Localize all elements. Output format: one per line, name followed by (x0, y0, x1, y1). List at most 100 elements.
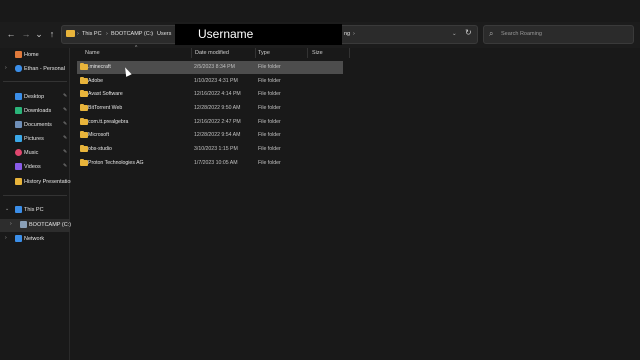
file-type: File folder (258, 160, 281, 166)
folder-icon (80, 144, 88, 152)
network-icon (15, 235, 22, 242)
chevron-right-icon: › (353, 31, 355, 37)
redacted-username-label: Username (198, 27, 254, 41)
file-type: File folder (258, 91, 281, 97)
chevron-right-icon: › (106, 31, 108, 37)
forward-button[interactable]: → (19, 27, 33, 41)
sidebar-item-label: Home (24, 52, 39, 58)
file-name: Adobe (88, 78, 104, 84)
column-separator[interactable] (307, 48, 308, 58)
chevron-right-icon: › (77, 31, 79, 37)
up-button[interactable]: ↑ (45, 27, 59, 41)
column-header-type[interactable]: Type (258, 49, 270, 57)
file-date: 12/28/2022 9:54 AM (194, 132, 241, 138)
file-type: File folder (258, 64, 281, 70)
desktop-icon (15, 93, 22, 100)
file-name: com.tt.prealgebra (88, 119, 129, 125)
navigation-toolbar: ← → ⌄ ↑ › This PC › BOOTCAMP (C:) › User… (0, 22, 640, 48)
sidebar-item-label: This PC (24, 207, 44, 213)
file-name: Microsoft (88, 132, 110, 138)
folder-icon (80, 103, 88, 111)
sidebar-item-videos[interactable]: Videos ✎ (0, 161, 70, 174)
file-row[interactable]: Avast Software 12/16/2022 4:14 PM File f… (77, 88, 343, 101)
pin-icon: ✎ (63, 93, 68, 99)
breadcrumb-drive[interactable]: BOOTCAMP (C:) (111, 30, 153, 38)
sidebar-item-downloads[interactable]: Downloads ✎ (0, 105, 70, 118)
address-bar[interactable]: › This PC › BOOTCAMP (C:) › Users Userna… (61, 24, 478, 45)
navigation-pane: Home › Ethan - Personal Desktop ✎ Downlo… (0, 48, 74, 360)
file-type: File folder (258, 105, 281, 111)
column-header-date-modified[interactable]: Date modified (195, 49, 229, 57)
file-row[interactable]: Microsoft 12/28/2022 9:54 AM File folder (77, 129, 343, 142)
file-type: File folder (258, 132, 281, 138)
column-separator[interactable] (255, 48, 256, 58)
column-separator[interactable] (349, 48, 350, 58)
sidebar-divider (3, 81, 67, 82)
sidebar-item-label: Videos (24, 164, 41, 170)
breadcrumb-users[interactable]: Users (157, 30, 171, 38)
file-name: Proton Technologies AG (88, 160, 144, 166)
sidebar-item-this-pc[interactable]: ⌄ This PC (0, 204, 70, 217)
sidebar-item-label: Desktop (24, 94, 45, 100)
file-name: BitTorrent Web (88, 105, 123, 111)
download-icon (15, 107, 22, 114)
folder-icon (15, 178, 22, 185)
chevron-right-icon[interactable]: › (5, 65, 7, 71)
chevron-down-icon[interactable]: ⌄ (5, 206, 9, 212)
sort-ascending-icon: ^ (135, 45, 138, 51)
sidebar-item-label: Documents (24, 122, 52, 128)
music-icon (15, 149, 22, 156)
folder-icon (80, 117, 88, 125)
file-row[interactable]: BitTorrent Web 12/28/2022 9:50 AM File f… (77, 102, 343, 115)
file-name: Avast Software (88, 91, 123, 97)
sidebar-item-label: BOOTCAMP (C:) (29, 222, 72, 228)
sidebar-item-network[interactable]: › Network (0, 233, 70, 246)
file-row[interactable]: Adobe 1/10/2023 4:31 PM File folder (77, 75, 343, 88)
back-button[interactable]: ← (4, 27, 18, 41)
breadcrumb-this-pc[interactable]: This PC (82, 30, 102, 38)
sidebar-item-onedrive[interactable]: › Ethan - Personal (0, 63, 70, 76)
file-date: 12/16/2022 4:14 PM (194, 91, 241, 97)
search-box[interactable]: ⌕ Search Roaming (483, 25, 634, 44)
column-separator[interactable] (191, 48, 192, 58)
column-header-name[interactable]: Name (85, 49, 100, 57)
chevron-right-icon[interactable]: › (10, 221, 12, 227)
sidebar-item-bootcamp-drive[interactable]: › BOOTCAMP (C:) (0, 219, 72, 232)
sidebar-item-label: Music (24, 150, 39, 156)
sidebar-item-desktop[interactable]: Desktop ✎ (0, 91, 70, 104)
refresh-button[interactable]: ↻ (465, 28, 472, 37)
sidebar-item-music[interactable]: Music ✎ (0, 147, 70, 160)
file-name: .minecraft (88, 64, 111, 70)
pictures-icon (15, 135, 22, 142)
sidebar-item-pictures[interactable]: Pictures ✎ (0, 133, 70, 146)
sidebar-item-label: History Presentation (24, 179, 74, 185)
pin-icon: ✎ (63, 149, 68, 155)
file-type: File folder (258, 119, 281, 125)
file-row[interactable]: Proton Technologies AG 1/7/2023 10:05 AM… (77, 157, 343, 170)
sidebar-item-label: Network (24, 236, 45, 242)
pin-icon: ✎ (63, 135, 68, 141)
chevron-right-icon: › (151, 31, 153, 37)
pin-icon: ✎ (63, 107, 68, 113)
file-row[interactable]: .minecraft 2/5/2023 8:34 PM File folder (77, 61, 343, 74)
sidebar-item-label: Ethan - Personal (24, 66, 65, 72)
recent-locations-button[interactable]: ⌄ (32, 27, 46, 41)
breadcrumb-roaming[interactable]: ng (344, 30, 350, 38)
sidebar-item-history-presentation[interactable]: History Presentation (0, 176, 74, 189)
search-icon: ⌕ (489, 29, 494, 38)
sidebar-item-home[interactable]: Home (0, 49, 70, 62)
column-header-size[interactable]: Size (312, 49, 323, 57)
search-placeholder: Search Roaming (501, 31, 542, 37)
pin-icon: ✎ (63, 163, 68, 169)
sidebar-item-label: Downloads (24, 108, 52, 114)
address-dropdown-icon[interactable]: ⌄ (452, 30, 457, 38)
file-row[interactable]: com.tt.prealgebra 12/16/2022 2:47 PM Fil… (77, 116, 343, 129)
sidebar-item-documents[interactable]: Documents ✎ (0, 119, 70, 132)
video-icon (15, 163, 22, 170)
chevron-right-icon[interactable]: › (5, 235, 7, 241)
file-row[interactable]: obs-studio 3/10/2023 1:15 PM File folder (77, 143, 343, 156)
sidebar-item-label: Pictures (24, 136, 44, 142)
file-date: 2/5/2023 8:34 PM (194, 64, 235, 70)
file-date: 12/28/2022 9:50 AM (194, 105, 241, 111)
file-date: 1/7/2023 10:05 AM (194, 160, 238, 166)
